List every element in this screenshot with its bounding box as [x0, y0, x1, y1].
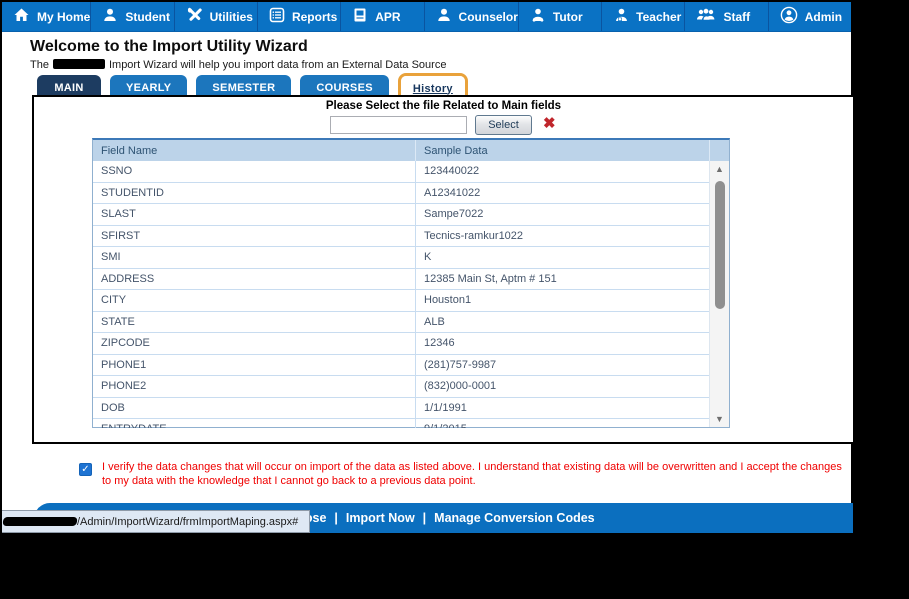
- nav-item-label: Reports: [291, 9, 338, 24]
- table-row: DOB 1/1/1991: [93, 397, 729, 419]
- nav-item-teacher[interactable]: Teacher: [602, 2, 686, 31]
- table-row: ZIPCODE 12346: [93, 333, 729, 355]
- redacted-word: [52, 59, 105, 69]
- cell-sample-data: 123440022: [415, 161, 709, 182]
- cell-sample-data: Tecnics-ramkur1022: [415, 225, 709, 246]
- table-row: SMI K: [93, 247, 729, 269]
- footer-action-import-now[interactable]: Import Now: [346, 511, 415, 525]
- student-icon: [102, 7, 118, 26]
- cell-sample-data: 9/1/2015: [415, 419, 709, 428]
- apr-icon: [352, 7, 368, 26]
- nav-item-my-home[interactable]: My Home: [2, 2, 92, 31]
- cell-field-name: SSNO: [101, 165, 133, 178]
- column-header-scrollbar-stub: [709, 140, 729, 161]
- top-navbar: My Home Student Utilities Reports APR Counsel…: [2, 2, 851, 32]
- nav-item-counselor[interactable]: Counselor: [425, 2, 519, 31]
- admin-icon: [780, 6, 798, 27]
- cell-sample-data: Sampe7022: [415, 204, 709, 225]
- cell-field-name: SFIRST: [101, 229, 141, 242]
- status-url-tooltip: /Admin/ImportWizard/frmImportMaping.aspx…: [2, 510, 310, 533]
- footer-action-manage-conversion-codes[interactable]: Manage Conversion Codes: [434, 511, 594, 525]
- cell-sample-data: (281)757-9987: [415, 354, 709, 375]
- nav-item-utilities[interactable]: Utilities: [175, 2, 258, 31]
- table-row: CITY Houston1: [93, 290, 729, 312]
- cell-field-name: ADDRESS: [101, 272, 155, 285]
- table-row: ENTRYDATE9/1/2015: [93, 419, 729, 428]
- wizard-panel: Please Select the file Related to Main f…: [32, 95, 853, 444]
- cell-sample-data: 12385 Main St, Aptm # 151: [415, 268, 709, 289]
- table-header-row: Field Name Sample Data: [93, 140, 729, 161]
- redacted-domain: [2, 517, 78, 526]
- page-title: Welcome to the Import Utility Wizard: [30, 38, 308, 55]
- nav-item-label: APR: [375, 9, 401, 24]
- staff-icon: [696, 7, 716, 26]
- table-body: SSNO 123440022 STUDENTID A12341022 SLAST Samp…: [93, 161, 729, 428]
- file-select-prompt: Please Select the file Related to Main f…: [325, 100, 562, 112]
- verify-warning-text: I verify the data changes that will occu…: [102, 461, 842, 487]
- cell-sample-data: 1/1/1991: [415, 397, 709, 418]
- table-row: SLAST Sampe7022: [93, 204, 729, 226]
- table-row: ADDRESS 12385 Main St, Aptm # 151: [93, 268, 729, 290]
- verify-checkbox[interactable]: ✓: [79, 463, 92, 476]
- nav-item-apr[interactable]: APR: [341, 2, 425, 31]
- column-header-field-name: Field Name: [101, 144, 158, 157]
- field-mapping-table: Field Name Sample Data SSNO 123440022 STUD…: [92, 138, 730, 428]
- cell-sample-data: Houston1: [415, 290, 709, 311]
- scrollbar-thumb[interactable]: [715, 181, 725, 309]
- utilities-icon: [186, 7, 203, 26]
- reports-icon: [269, 7, 285, 26]
- cell-field-name: STATE: [101, 315, 135, 328]
- table-row: PHONE1 (281)757-9987: [93, 354, 729, 376]
- nav-item-reports[interactable]: Reports: [258, 2, 342, 31]
- nav-item-label: Utilities: [209, 9, 253, 24]
- cell-sample-data: (832)000-0001: [415, 376, 709, 397]
- clear-file-icon[interactable]: ✖: [543, 115, 556, 133]
- cell-field-name: SLAST: [101, 208, 136, 221]
- scroll-down-icon[interactable]: ▼: [710, 414, 729, 424]
- nav-item-label: Student: [125, 9, 171, 24]
- file-path-input[interactable]: [330, 116, 467, 134]
- cell-sample-data: ALB: [415, 311, 709, 332]
- cell-field-name: ENTRYDATE: [93, 419, 415, 428]
- nav-item-label: Tutor: [552, 9, 583, 24]
- cell-field-name: CITY: [101, 294, 127, 307]
- cell-field-name: STUDENTID: [101, 186, 164, 199]
- cell-field-name: DOB: [101, 401, 125, 414]
- table-row: STUDENTID A12341022: [93, 182, 729, 204]
- nav-item-student[interactable]: Student: [91, 2, 175, 31]
- select-file-button[interactable]: Select: [475, 115, 532, 135]
- cell-field-name: ZIPCODE: [101, 337, 150, 350]
- cell-sample-data: 12346: [415, 333, 709, 354]
- footer-separator: |: [422, 511, 427, 525]
- file-select-row: Select ✖: [34, 114, 853, 136]
- cell-field-name: SMI: [101, 251, 121, 264]
- home-icon: [13, 7, 30, 26]
- teacher-icon: [613, 7, 629, 26]
- nav-item-staff[interactable]: Staff: [685, 2, 769, 31]
- nav-item-label: Staff: [723, 9, 751, 24]
- nav-item-label: Teacher: [636, 9, 682, 24]
- nav-item-label: Admin: [804, 9, 843, 24]
- status-url-path: /Admin/ImportWizard/frmImportMaping.aspx…: [77, 515, 299, 528]
- counselor-icon: [436, 7, 452, 26]
- table-row: STATE ALB: [93, 311, 729, 333]
- nav-item-label: My Home: [37, 9, 91, 24]
- nav-item-label: Counselor: [458, 9, 518, 24]
- cell-field-name: PHONE1: [101, 358, 147, 371]
- scroll-up-icon[interactable]: ▲: [710, 164, 729, 174]
- table-row: SSNO 123440022: [93, 161, 729, 183]
- cell-field-name: PHONE2: [101, 380, 147, 393]
- column-header-sample-data: Sample Data: [415, 140, 709, 161]
- cell-sample-data: A12341022: [415, 182, 709, 203]
- nav-item-tutor[interactable]: Tutor: [519, 2, 603, 31]
- tutor-icon: [530, 7, 546, 26]
- table-row: PHONE2 (832)000-0001: [93, 376, 729, 398]
- table-row: SFIRST Tecnics-ramkur1022: [93, 225, 729, 247]
- footer-separator: |: [334, 511, 338, 525]
- app-window: My Home Student Utilities Reports APR Counsel…: [0, 0, 853, 533]
- cell-sample-data: K: [415, 247, 709, 268]
- table-scrollbar[interactable]: ▲ ▼: [709, 161, 729, 427]
- nav-item-admin[interactable]: Admin: [769, 2, 851, 31]
